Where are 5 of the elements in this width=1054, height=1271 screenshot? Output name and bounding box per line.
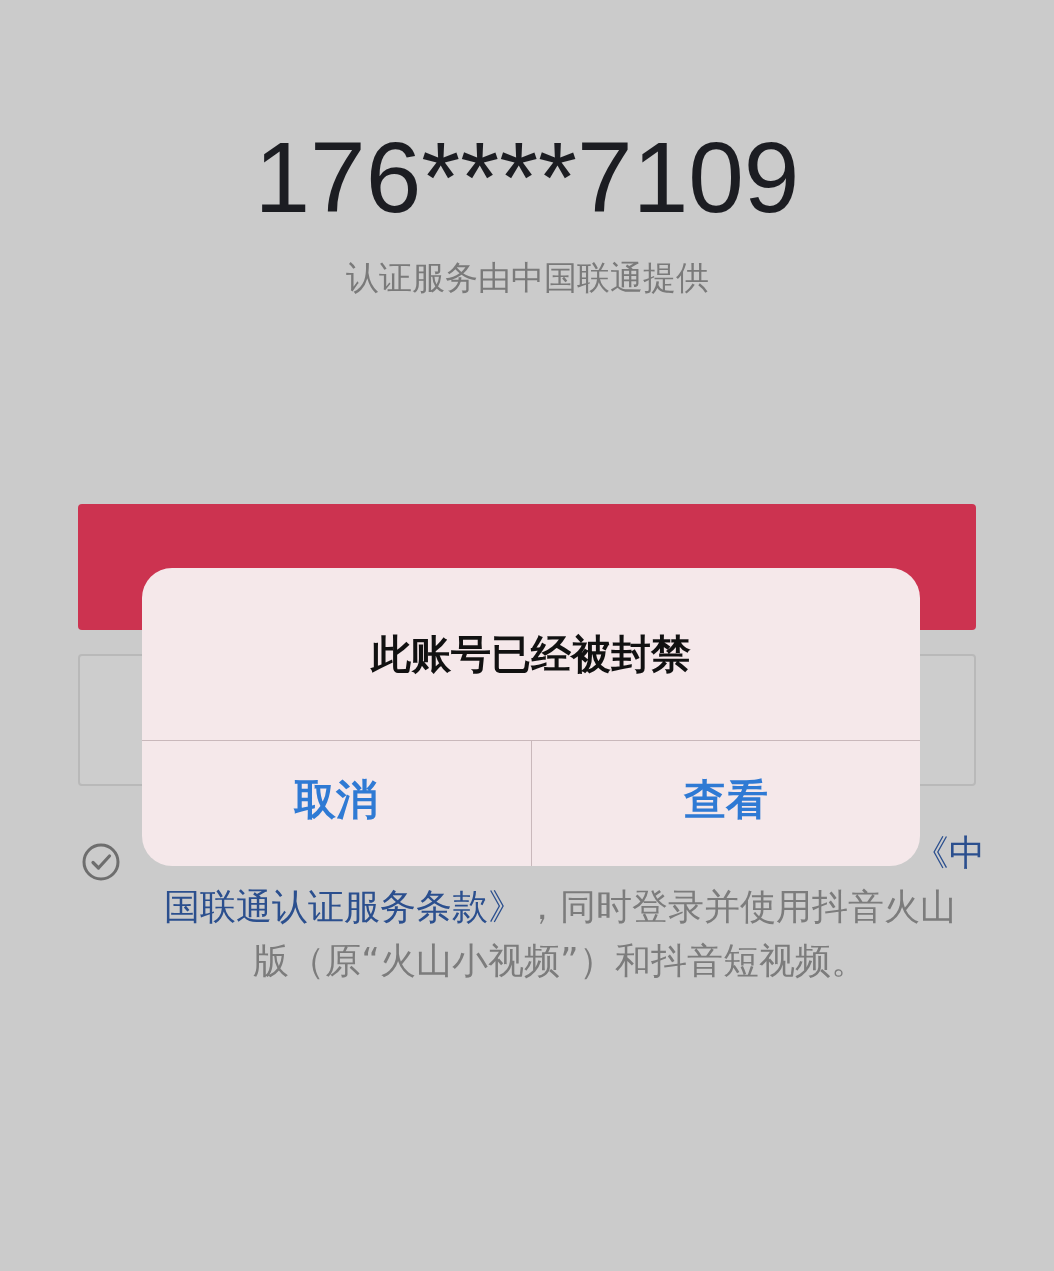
phone-number: 176****7109 — [254, 122, 800, 232]
provider-note: 认证服务由中国联通提供 — [345, 257, 709, 299]
checkbox-icon[interactable] — [81, 842, 121, 882]
dialog-button[interactable]: 取消 — [142, 741, 532, 866]
dialog-title: 此账号已经被封禁 — [371, 629, 691, 679]
